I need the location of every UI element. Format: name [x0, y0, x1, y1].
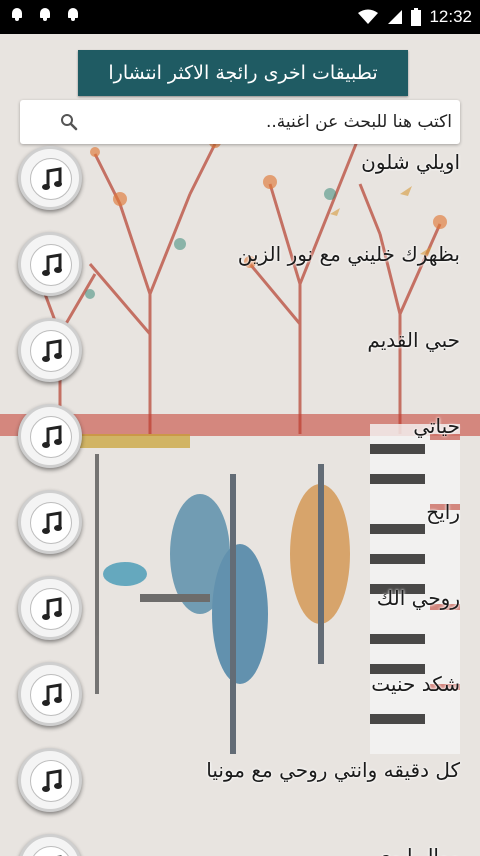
- song-title: روحي الك: [376, 586, 460, 610]
- music-disc-icon: [18, 662, 82, 726]
- song-title: بظهرك خليني مع نور الزين: [237, 242, 460, 266]
- list-item[interactable]: كل دقيقه وانتي روحي مع مونيا: [0, 744, 480, 830]
- song-title: رايح: [426, 500, 460, 524]
- list-item[interactable]: روحي الك: [0, 572, 480, 658]
- music-disc-icon: [18, 748, 82, 812]
- song-title: اويلي شلون: [361, 150, 460, 174]
- list-item[interactable]: موال ابوي: [0, 830, 480, 856]
- music-note-icon: [42, 253, 62, 276]
- list-item[interactable]: حبي القديم: [0, 314, 480, 400]
- search-icon[interactable]: [60, 113, 78, 131]
- clock: 12:32: [429, 7, 472, 26]
- music-disc-icon: [18, 404, 82, 468]
- list-item[interactable]: شكد حنيت: [0, 658, 480, 744]
- search-bar: [20, 100, 460, 144]
- other-apps-button[interactable]: تطبيقات اخرى رائجة الاكثر انتشارا: [78, 50, 408, 96]
- music-disc-icon: [18, 834, 82, 856]
- music-disc-icon: [18, 576, 82, 640]
- notification-icons: [10, 6, 80, 22]
- battery-icon: [411, 8, 422, 26]
- song-title: حياتي: [413, 414, 460, 438]
- bell-icon: [38, 6, 52, 22]
- status-bar: 12:32: [0, 0, 480, 34]
- bell-icon: [66, 6, 80, 22]
- signal-icon: [387, 9, 403, 25]
- music-disc-icon: [18, 490, 82, 554]
- song-title: شكد حنيت: [371, 672, 460, 696]
- list-item[interactable]: بظهرك خليني مع نور الزين: [0, 228, 480, 314]
- song-title: حبي القديم: [367, 328, 460, 352]
- other-apps-label: تطبيقات اخرى رائجة الاكثر انتشارا: [108, 62, 378, 84]
- song-title: موال ابوي: [375, 844, 460, 856]
- music-note-icon: [42, 769, 62, 792]
- list-item[interactable]: اويلي شلون: [0, 142, 480, 228]
- bell-icon: [10, 6, 24, 22]
- wifi-icon: [357, 9, 379, 25]
- music-note-icon: [42, 425, 62, 448]
- search-input[interactable]: [90, 106, 454, 138]
- music-note-icon: [42, 597, 62, 620]
- music-note-icon: [42, 683, 62, 706]
- music-disc-icon: [18, 146, 82, 210]
- music-note-icon: [42, 167, 62, 190]
- music-disc-icon: [18, 318, 82, 382]
- music-disc-icon: [18, 232, 82, 296]
- list-item[interactable]: حياتي: [0, 400, 480, 486]
- music-note-icon: [42, 511, 62, 534]
- song-title: كل دقيقه وانتي روحي مع مونيا: [206, 758, 460, 782]
- music-note-icon: [42, 339, 62, 362]
- list-item[interactable]: رايح: [0, 486, 480, 572]
